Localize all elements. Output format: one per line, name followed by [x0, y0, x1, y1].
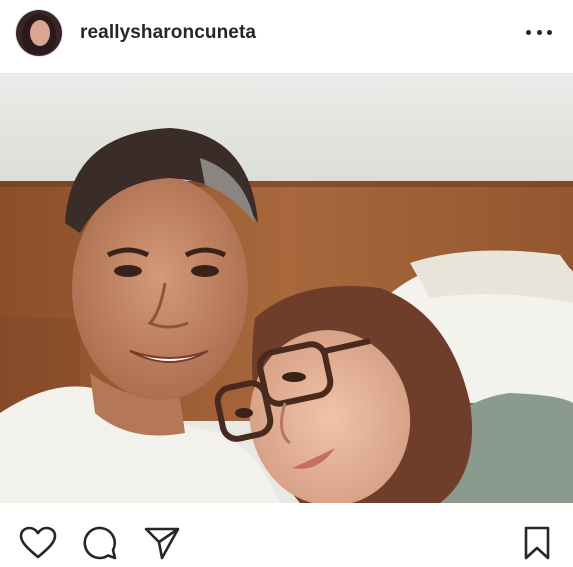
more-dot: [547, 29, 552, 35]
more-dot: [526, 29, 531, 35]
more-dot: [536, 29, 542, 35]
avatar-face: [30, 20, 50, 46]
post-photo[interactable]: [0, 73, 573, 503]
man-face: [72, 176, 248, 400]
avatar[interactable]: [16, 10, 62, 56]
more-options-icon[interactable]: [526, 26, 552, 38]
post-actions: [0, 503, 573, 567]
heart-icon[interactable]: [18, 523, 58, 563]
post-header: reallysharoncuneta: [0, 0, 573, 68]
photo-illustration: [0, 73, 573, 503]
bookmark-icon[interactable]: [517, 523, 557, 563]
comment-icon[interactable]: [80, 523, 120, 563]
share-icon[interactable]: [142, 523, 182, 563]
username[interactable]: reallysharoncuneta: [80, 22, 256, 44]
